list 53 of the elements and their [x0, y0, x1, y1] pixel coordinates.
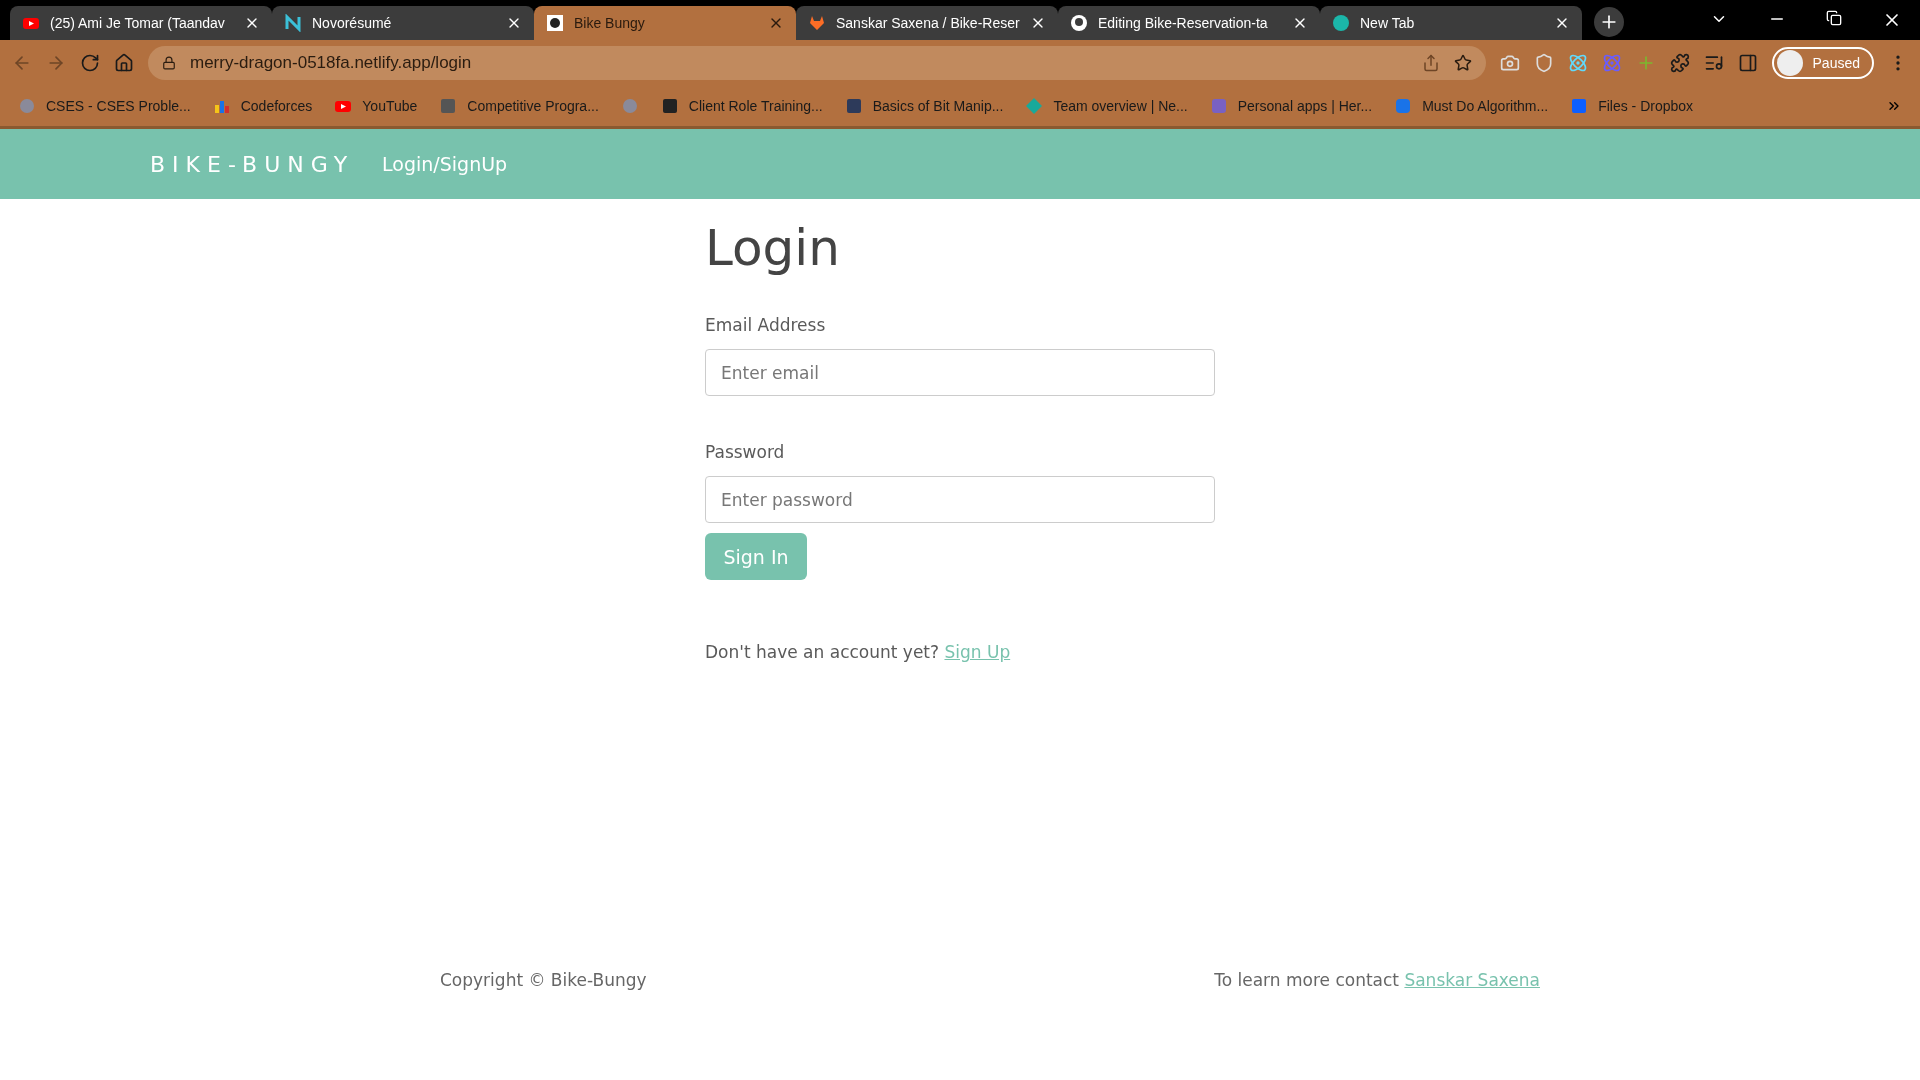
site-icon [284, 14, 302, 32]
address-bar[interactable]: merry-dragon-0518fa.netlify.app/login [148, 46, 1486, 80]
browser-tab[interactable]: (25) Ami Je Tomar (Taandav [10, 6, 272, 40]
site-icon [18, 97, 36, 115]
restore-icon[interactable] [1826, 10, 1842, 26]
bookmark[interactable]: CSES - CSES Proble... [18, 97, 191, 115]
site-icon [808, 14, 826, 32]
extensions-icon[interactable] [1669, 53, 1690, 73]
reload-icon[interactable] [80, 53, 100, 73]
site-icon [439, 97, 458, 115]
site-icon [844, 97, 863, 115]
atom-icon[interactable] [1567, 53, 1588, 73]
site-icon [1209, 97, 1228, 115]
bookmark[interactable]: Competitive Progra... [439, 97, 599, 115]
copyright-text: Copyright © Bike-Bungy [440, 970, 647, 990]
bookmark[interactable]: YouTube [334, 97, 418, 115]
site-icon [620, 97, 639, 115]
page-title: Login [705, 219, 841, 277]
input-field[interactable]: Enter password [705, 476, 1215, 523]
profile-button[interactable]: Paused [1771, 47, 1874, 79]
input-field[interactable]: Enter email [705, 349, 1215, 396]
browser-tab[interactable]: New Tab [1320, 6, 1582, 40]
bookmark[interactable]: Basics of Bit Manip... [844, 97, 1004, 115]
share-icon[interactable] [1421, 54, 1440, 72]
bookmark[interactable]: Files - Dropbox [1570, 97, 1694, 115]
side-panel-icon[interactable] [1737, 53, 1758, 73]
bookmark[interactable]: Client Role Training... [660, 97, 823, 115]
home-icon[interactable] [114, 53, 134, 73]
new-tab-button[interactable] [1594, 7, 1624, 37]
media-icon[interactable] [1703, 53, 1724, 73]
browser-tab[interactable]: Novorésumé [272, 6, 534, 40]
field-label: Email Address [705, 315, 827, 335]
site-icon [1025, 97, 1044, 115]
site-icon [1570, 97, 1589, 115]
camera-icon[interactable] [1499, 53, 1520, 73]
star-icon[interactable] [1453, 54, 1472, 72]
browser-tab[interactable]: Sanskar Saxena / Bike-Reser [796, 6, 1058, 40]
field-label: Password [705, 442, 786, 462]
bookmark[interactable]: Must Do Algorithm... [1394, 97, 1549, 115]
signup-prompt: Don't have an account yet? Sign Up [705, 642, 1012, 662]
site-icon [660, 97, 679, 115]
browser-tab[interactable]: Editing Bike-Reservation-ta [1058, 6, 1320, 40]
site-icon [1332, 14, 1350, 32]
browser-tab[interactable]: Bike Bungy [534, 6, 796, 40]
site-icon [1070, 14, 1088, 32]
site-icon [1394, 97, 1413, 115]
bookmark[interactable]: Personal apps | Her... [1209, 97, 1373, 115]
bookmark[interactable]: Team overview | Ne... [1025, 97, 1188, 115]
contact-text: To learn more contact Sanskar Saxena [1214, 970, 1540, 990]
lock-icon [162, 56, 176, 70]
avatar-icon [1776, 50, 1803, 76]
bookmark[interactable]: Codeforces [212, 97, 313, 115]
site-icon [546, 14, 564, 32]
